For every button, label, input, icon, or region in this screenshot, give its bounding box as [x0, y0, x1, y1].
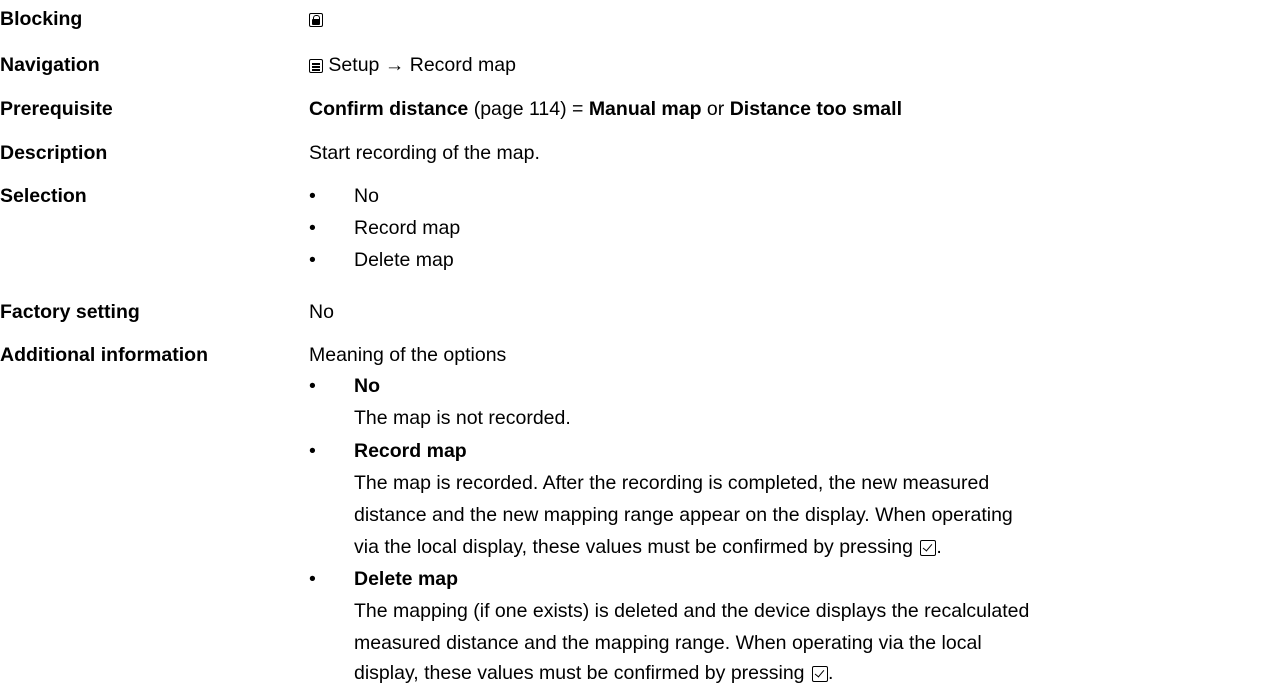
additional-info-intro: Meaning of the options	[309, 344, 507, 366]
prereq-equals: =	[572, 98, 584, 120]
lock-icon	[309, 13, 323, 27]
prereq-option-2: Distance too small	[729, 98, 902, 120]
prerequisite-label: Prerequisite	[0, 98, 113, 120]
selection-option: • No	[309, 185, 379, 207]
factory-setting-label: Factory setting	[0, 301, 140, 323]
option-description: The map is recorded. After the recording…	[354, 472, 990, 494]
prerequisite-value: Confirm distance (page 114) = Manual map…	[309, 98, 902, 121]
check-icon	[811, 666, 828, 682]
selection-label: Selection	[0, 185, 87, 207]
option-description: distance and the new mapping range appea…	[354, 504, 1013, 526]
additional-info-label: Additional information	[0, 344, 208, 366]
nav-path-start: Setup	[328, 54, 380, 76]
nav-arrow: →	[384, 54, 405, 76]
nav-path-end: Record map	[409, 54, 516, 76]
blocking-label: Blocking	[0, 8, 83, 30]
description-text: Start recording of the map.	[309, 142, 540, 164]
option-title: • Delete map	[309, 568, 459, 590]
option-description: display, these values must be confirmed …	[354, 662, 834, 684]
option-description: The map is not recorded.	[354, 407, 571, 429]
prereq-page-ref: (page 114)	[473, 98, 567, 120]
option-description: The mapping (if one exists) is deleted a…	[354, 600, 1030, 622]
check-icon	[920, 540, 937, 556]
prereq-param: Confirm distance	[309, 98, 469, 120]
option-title: • Record map	[309, 440, 467, 462]
option-title: • No	[309, 375, 380, 397]
prereq-option-1: Manual map	[588, 98, 702, 120]
factory-setting-value: No	[309, 301, 334, 323]
option-description: via the local display, these values must…	[354, 536, 942, 558]
navigation-path: Setup → Record map	[309, 54, 516, 77]
menu-icon	[309, 59, 323, 73]
description-label: Description	[0, 142, 108, 164]
prereq-or: or	[706, 98, 725, 120]
navigation-label: Navigation	[0, 54, 100, 76]
selection-option: • Delete map	[309, 249, 454, 271]
selection-option: • Record map	[309, 217, 461, 239]
option-description: measured distance and the mapping range.…	[354, 632, 982, 654]
blocking-value	[309, 8, 323, 31]
